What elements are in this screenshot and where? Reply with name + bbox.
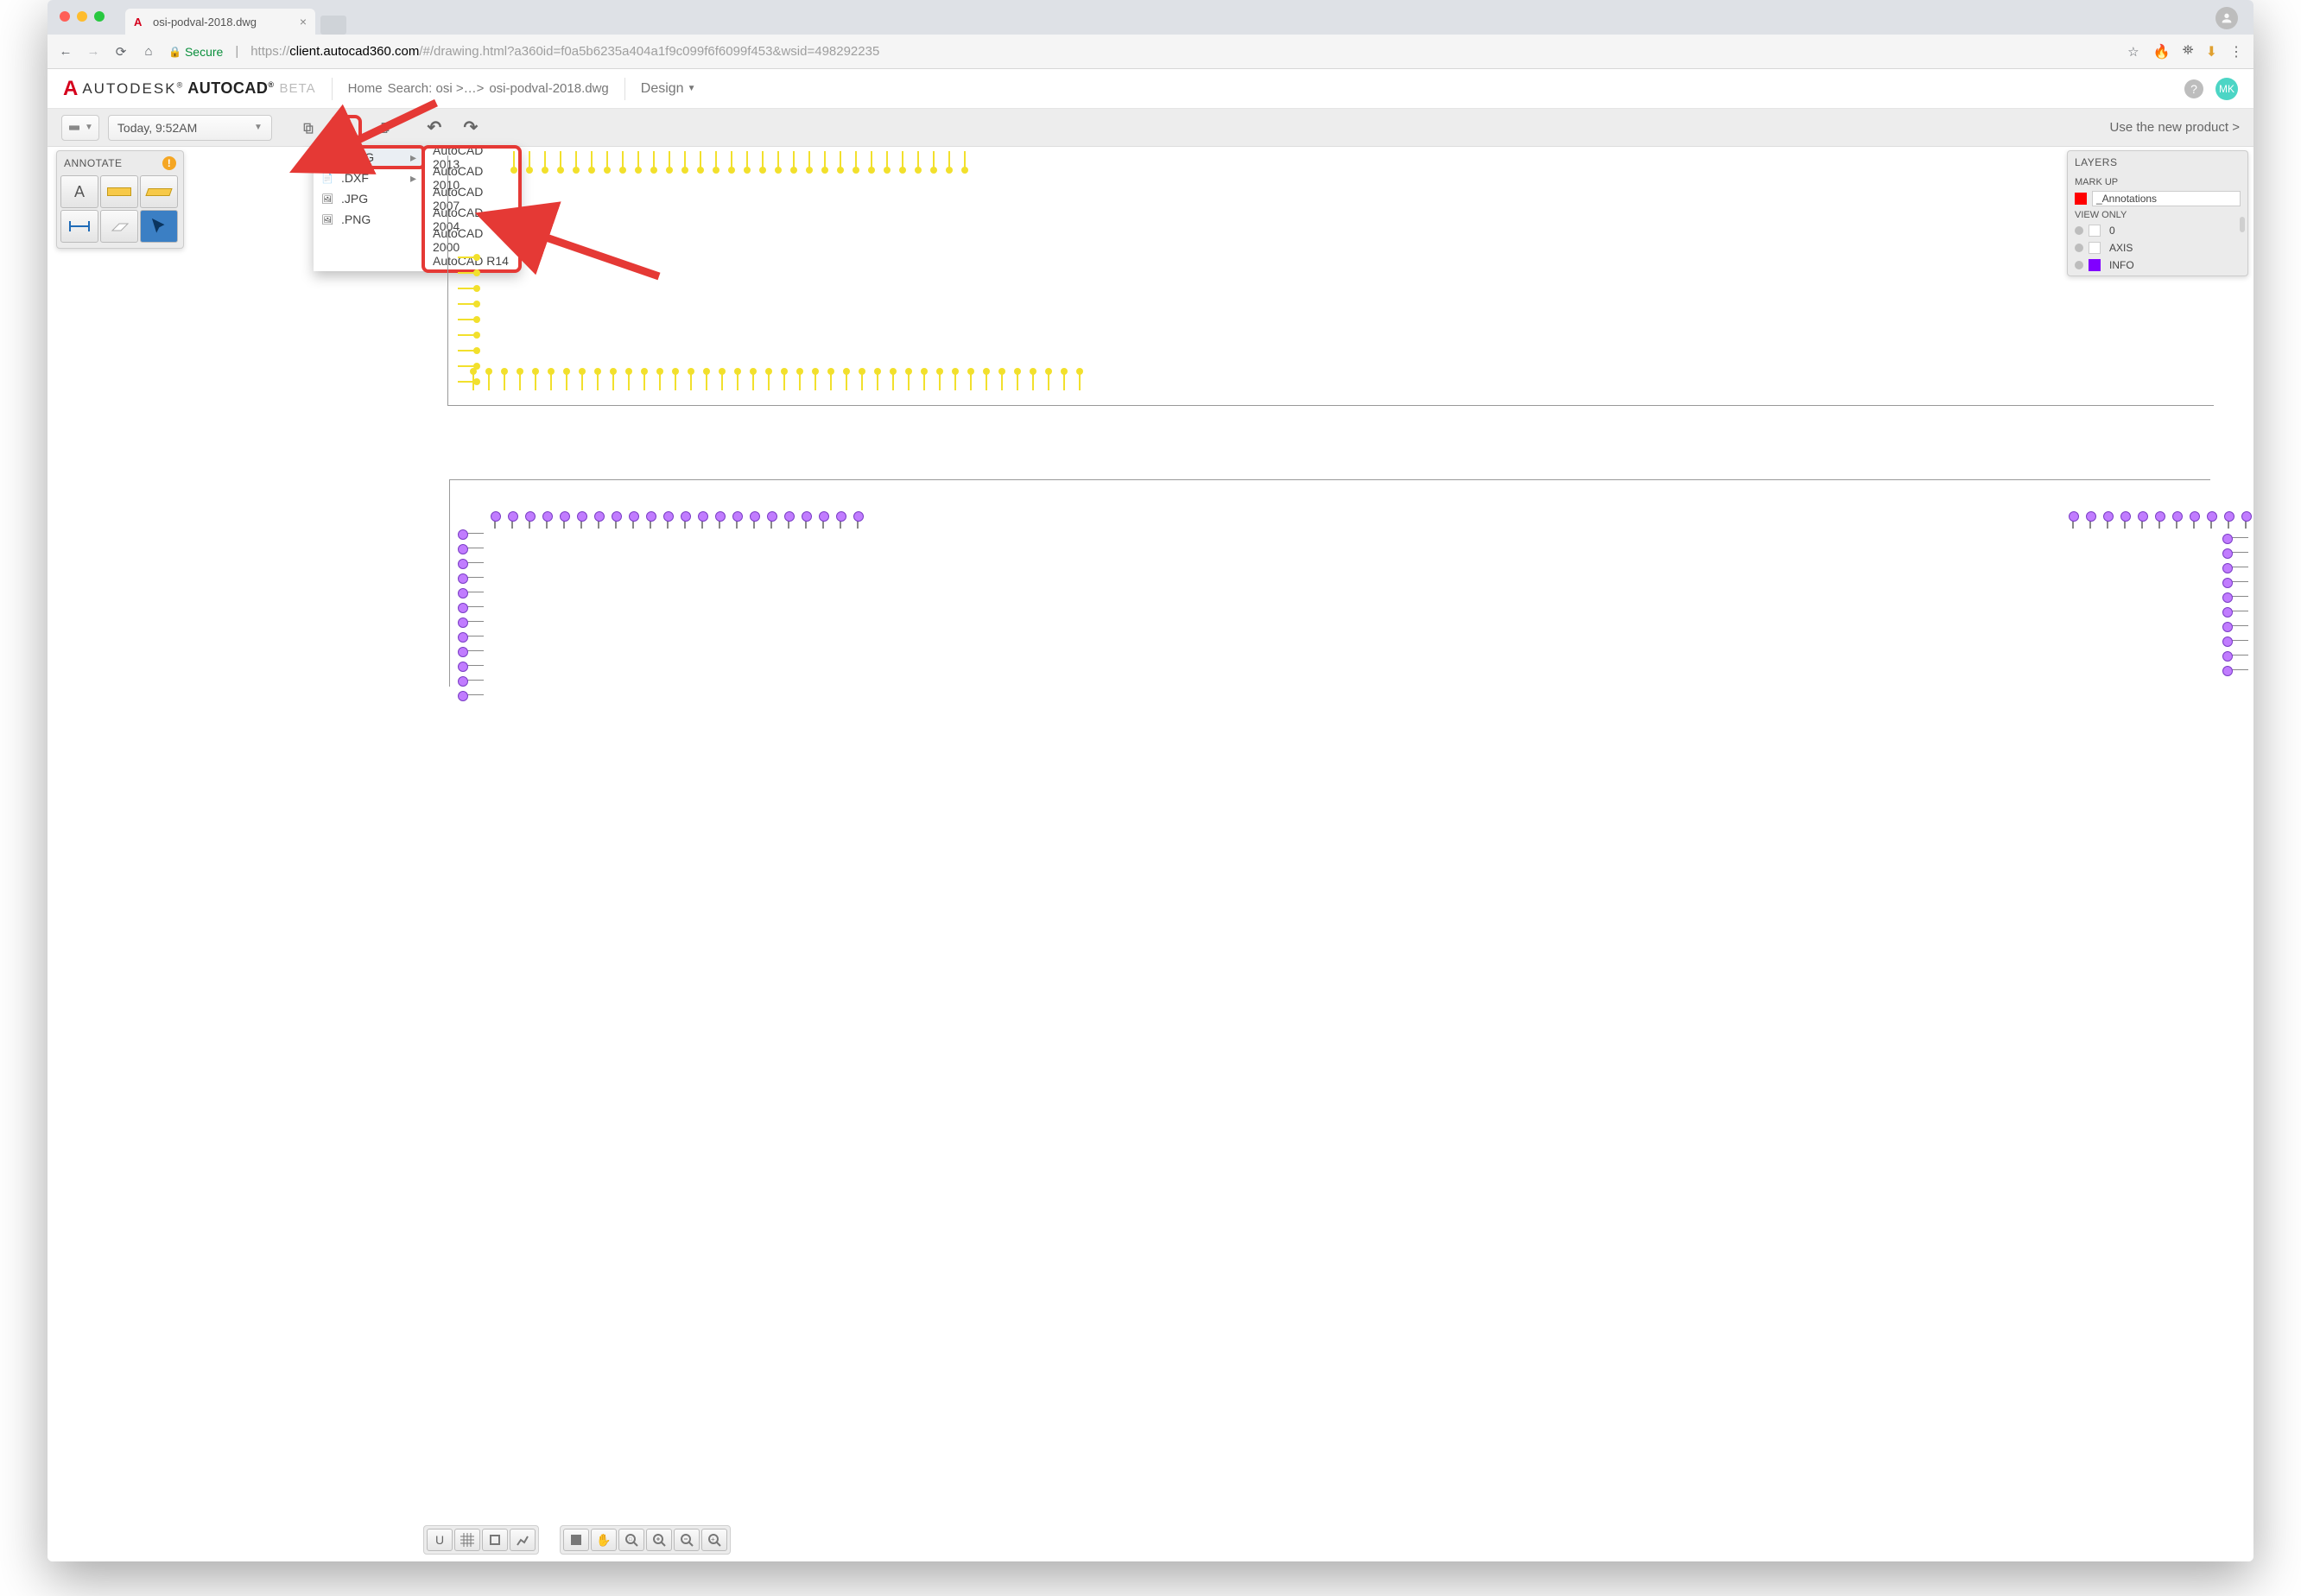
drawing-content[interactable]	[441, 492, 2248, 1518]
new-tab-button[interactable]	[320, 16, 346, 35]
print-button[interactable]	[371, 115, 398, 141]
redo-button[interactable]: ↷	[457, 115, 485, 141]
select-tool[interactable]	[140, 210, 178, 243]
reload-icon[interactable]: ⟳	[113, 44, 129, 60]
annotate-panel: ANNOTATE ! A	[56, 150, 184, 249]
home-icon[interactable]: ⌂	[141, 44, 156, 59]
grid-toggle[interactable]	[454, 1529, 480, 1551]
download-button[interactable]	[331, 115, 362, 141]
brand-beta: BETA	[280, 81, 316, 96]
breadcrumb-file[interactable]: osi-podval-2018.dwg	[489, 81, 608, 96]
format-jpg[interactable]: 🖼 .JPG	[314, 188, 423, 209]
pan-tool[interactable]: ✋	[591, 1529, 617, 1551]
ruler-tool[interactable]	[140, 175, 178, 208]
breadcrumb-search[interactable]: Search: osi >…>	[388, 81, 485, 96]
zoom-in-button[interactable]	[646, 1529, 672, 1551]
mode-dropdown[interactable]: Design ▼	[641, 81, 696, 97]
window-controls[interactable]	[60, 11, 105, 22]
secure-label: Secure	[185, 45, 223, 59]
copy-button[interactable]	[295, 115, 322, 141]
svg-text:+: +	[711, 1536, 715, 1543]
app-header: A AUTODESK® AUTOCAD® BETA Home Search: o…	[48, 69, 2253, 109]
breadcrumb: Home Search: osi >…> osi-podval-2018.dwg	[348, 81, 609, 96]
format-dwg[interactable]: 📄 .DWG ▸	[314, 147, 423, 168]
format-png[interactable]: 🖼 .PNG	[314, 209, 423, 230]
minimize-window-icon[interactable]	[77, 11, 87, 22]
chevron-right-icon: ▸	[410, 171, 416, 186]
chrome-tab-strip: A osi-podval-2018.dwg ×	[48, 0, 2253, 35]
file-dxf-icon: 📄	[320, 171, 334, 185]
help-icon[interactable]: ?	[2184, 79, 2203, 98]
brand-autocad: AUTOCAD®	[187, 79, 274, 98]
download-formats: 📄 .DWG ▸ 📄 .DXF ▸ 🖼 .JPG 🖼	[314, 147, 423, 271]
user-avatar[interactable]: MK	[2215, 78, 2238, 100]
address-bar[interactable]: https://client.autocad360.com/#/drawing.…	[250, 44, 2114, 59]
version-dropdown[interactable]: Today, 9:52AM ▼	[108, 115, 272, 141]
favicon-icon: A	[134, 16, 146, 28]
chevron-down-icon: ▼	[254, 123, 263, 132]
toolbar: ▼ Today, 9:52AM ▼ ↶ ↷ Use the new produc…	[48, 109, 2253, 147]
zoom-out-button[interactable]	[674, 1529, 700, 1551]
annotate-title: ANNOTATE	[64, 157, 123, 169]
extension-icons: 🔥 ⛯ ⬇ ⋮	[2153, 43, 2243, 60]
file-jpg-icon: 🖼	[320, 192, 334, 206]
measure-tool[interactable]	[60, 210, 98, 243]
ucs-tool[interactable]: U	[427, 1529, 453, 1551]
file-dwg-icon: 📄	[320, 150, 334, 164]
secure-indicator[interactable]: 🔒 Secure	[168, 45, 223, 59]
chevron-right-icon: ▸	[410, 150, 416, 165]
extension-fire-icon[interactable]: 🔥	[2153, 43, 2171, 60]
storage-dropdown[interactable]: ▼	[61, 115, 99, 141]
drawing-content[interactable]	[441, 151, 2248, 415]
close-window-icon[interactable]	[60, 11, 70, 22]
view-toolbar: U ✋ □	[423, 1525, 731, 1555]
bookmark-star-icon[interactable]: ☆	[2126, 44, 2141, 60]
dimension-tool[interactable]	[100, 175, 138, 208]
graph-tool[interactable]	[510, 1529, 536, 1551]
browser-tab[interactable]: A osi-podval-2018.dwg ×	[125, 9, 315, 35]
back-icon[interactable]: ←	[58, 44, 73, 59]
maximize-window-icon[interactable]	[94, 11, 105, 22]
tab-title: osi-podval-2018.dwg	[153, 16, 257, 28]
chrome-nav-bar: ← → ⟳ ⌂ 🔒 Secure | https://client.autoca…	[48, 35, 2253, 69]
warning-badge-icon[interactable]: !	[162, 156, 176, 170]
extension-gear-icon[interactable]: ⛯	[2183, 43, 2194, 60]
extension-download-icon[interactable]: ⬇	[2206, 43, 2217, 60]
file-png-icon: 🖼	[320, 212, 334, 226]
zoom-add-button[interactable]: +	[701, 1529, 727, 1551]
chrome-menu-icon[interactable]: ⋮	[2229, 43, 2243, 60]
format-dxf[interactable]: 📄 .DXF ▸	[314, 168, 423, 188]
chevron-down-icon: ▼	[85, 123, 93, 132]
brand-autodesk: AUTODESK®	[82, 80, 184, 98]
version-label: Today, 9:52AM	[117, 121, 197, 135]
lock-icon: 🔒	[168, 46, 181, 58]
chevron-down-icon: ▼	[688, 84, 696, 93]
forward-icon[interactable]: →	[86, 44, 101, 59]
zoom-extents[interactable]	[563, 1529, 589, 1551]
text-tool[interactable]: A	[60, 175, 98, 208]
svg-text:□: □	[629, 1537, 632, 1542]
close-tab-icon[interactable]: ×	[300, 15, 307, 28]
browser-window: A osi-podval-2018.dwg × ← → ⟳ ⌂ 🔒 Secure…	[48, 0, 2253, 1561]
eraser-tool[interactable]	[100, 210, 138, 243]
breadcrumb-home[interactable]: Home	[348, 81, 383, 96]
crop-tool[interactable]	[482, 1529, 508, 1551]
zoom-window-tool[interactable]: □	[618, 1529, 644, 1551]
drawing-canvas-area: ANNOTATE ! A	[48, 147, 2253, 1561]
chrome-profile-icon[interactable]	[2215, 7, 2238, 29]
autodesk-logo-icon: A	[63, 77, 77, 101]
new-product-link[interactable]: Use the new product >	[2109, 120, 2240, 135]
undo-button[interactable]: ↶	[421, 115, 448, 141]
